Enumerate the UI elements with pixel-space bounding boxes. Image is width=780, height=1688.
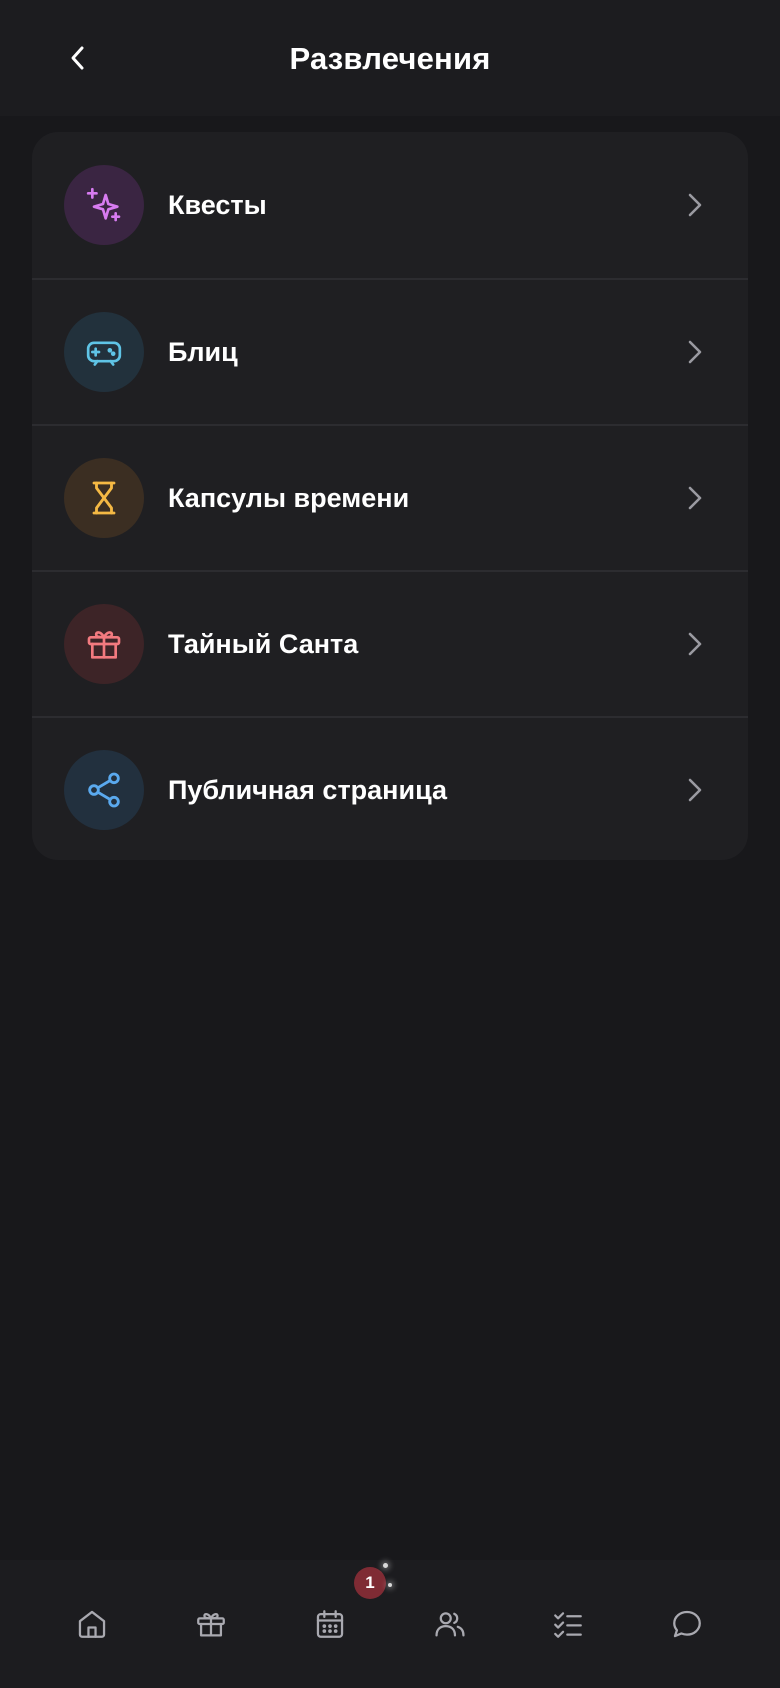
- chevron-right-icon: [684, 483, 706, 513]
- gamepad-icon-container: [64, 312, 144, 392]
- tab-gifts[interactable]: [181, 1598, 241, 1650]
- chevron-right-icon: [684, 190, 706, 220]
- share-icon: [88, 772, 120, 808]
- chevron-right-icon: [684, 775, 706, 805]
- menu-item-label: Тайный Санта: [168, 628, 359, 659]
- chevron-right-icon: [684, 629, 706, 659]
- users-icon: [435, 1612, 465, 1637]
- chevron-left-icon: [71, 46, 84, 70]
- menu-item-secret-santa[interactable]: Тайный Санта: [32, 570, 748, 716]
- checklist-icon: [554, 1612, 582, 1638]
- back-button[interactable]: [56, 30, 100, 86]
- tab-chat[interactable]: [657, 1598, 717, 1650]
- hourglass-icon-container: [64, 458, 144, 538]
- menu-item-time-capsules[interactable]: Капсулы времени: [32, 424, 748, 570]
- header: Развлечения: [0, 0, 780, 116]
- tab-calendar[interactable]: [300, 1598, 360, 1650]
- gift-icon: [197, 1613, 225, 1637]
- menu-item-label: Квесты: [168, 189, 267, 220]
- gamepad-icon: [86, 341, 122, 366]
- sparkles-icon: [86, 187, 121, 222]
- menu-item-public-page[interactable]: Публичная страница: [32, 716, 748, 860]
- gift-icon-container: [64, 604, 144, 684]
- tab-friends[interactable]: [420, 1598, 480, 1650]
- app-screen: Развлечения Квесты Блиц Капсулы времени …: [0, 0, 780, 1688]
- tab-home[interactable]: [62, 1598, 122, 1650]
- menu-item-quests[interactable]: Квесты: [32, 132, 748, 278]
- hourglass-icon: [92, 481, 116, 515]
- menu-item-label: Блиц: [168, 336, 238, 367]
- badge-sparkle: [383, 1563, 388, 1568]
- home-icon: [78, 1610, 106, 1638]
- chat-icon: [673, 1610, 701, 1638]
- sparkles-icon-container: [64, 165, 144, 245]
- calendar-icon: [316, 1610, 344, 1638]
- menu-item-label: Публичная страница: [168, 774, 448, 805]
- share-icon-container: [64, 750, 144, 830]
- menu-item-label: Капсулы времени: [168, 482, 410, 513]
- badge-sparkle: [388, 1583, 392, 1587]
- chevron-right-icon: [684, 337, 706, 367]
- notification-badge: 1: [354, 1567, 386, 1599]
- menu-card: Квесты Блиц Капсулы времени Тайный Санта…: [32, 132, 748, 860]
- page-title: Развлечения: [289, 41, 491, 76]
- gift-icon: [87, 631, 121, 659]
- menu-item-blitz[interactable]: Блиц: [32, 278, 748, 424]
- tab-tasks[interactable]: [538, 1598, 598, 1650]
